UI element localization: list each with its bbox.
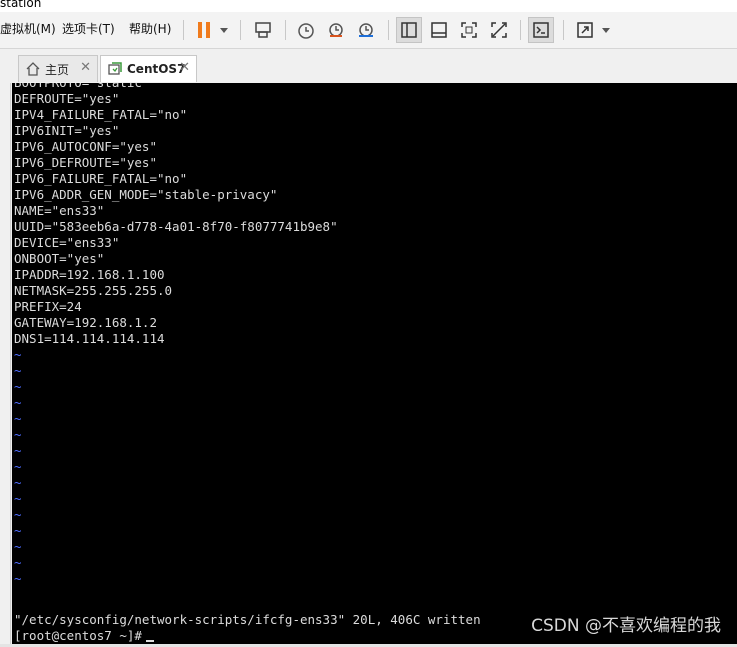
stretch-icon	[577, 22, 593, 38]
window-title: station	[0, 0, 42, 10]
snapshot-clock-icon	[298, 23, 314, 39]
config-line: GATEWAY=192.168.1.2	[14, 315, 157, 330]
config-line: DEFROUTE="yes"	[14, 91, 120, 106]
menu-vm[interactable]: 虚拟机(M)	[0, 21, 56, 37]
vim-empty-line-marker: ~	[14, 427, 22, 442]
close-icon[interactable]: ✕	[80, 60, 91, 75]
vm-console[interactable]: DNS1=114.114.114.114 GATEWAY=192.168.1.2 P…	[12, 83, 737, 644]
vim-empty-line-marker: ~	[14, 347, 22, 362]
home-icon	[26, 62, 40, 76]
vim-status-line: "/etc/sysconfig/network-scripts/ifcfg-en…	[14, 612, 481, 627]
fullscreen-button[interactable]	[456, 17, 482, 43]
pause-button[interactable]	[191, 17, 217, 43]
revert-snapshot-icon	[329, 23, 343, 37]
menu-bar: 虚拟机(M) 选项卡(T) 帮助(H)	[0, 12, 737, 49]
menu-help[interactable]: 帮助(H)	[129, 21, 171, 37]
vim-empty-line-marker: ~	[14, 491, 22, 506]
config-line: ONBOOT="yes"	[14, 251, 105, 266]
vim-empty-line-marker: ~	[14, 571, 22, 586]
tab-home-label: 主页	[45, 62, 70, 77]
pause-icon	[198, 22, 210, 38]
config-line: PREFIX=24	[14, 299, 82, 314]
shell-prompt-line: [root@centos7 ~]#	[14, 628, 154, 644]
toolbar-separator	[563, 20, 564, 40]
config-line: DNS1=114.114.114.114	[14, 331, 165, 346]
config-line: IPV4_FAILURE_FATAL="no"	[14, 107, 188, 122]
config-line: NAME="ens33"	[14, 203, 105, 218]
config-line: NETMASK=255.255.255.0	[14, 283, 173, 298]
text-cursor	[145, 640, 154, 642]
toolbar-separator	[388, 20, 389, 40]
revert-snapshot-button[interactable]	[323, 17, 349, 43]
vim-empty-line-marker: ~	[14, 539, 22, 554]
menu-tabs[interactable]: 选项卡(T)	[62, 21, 115, 37]
config-line: UUID="583eeb6a-d778-4a01-8f70-f8077741b9…	[14, 219, 338, 234]
shell-prompt: [root@centos7 ~]#	[14, 628, 142, 643]
library-view-button[interactable]	[396, 17, 422, 43]
window-titlebar: station	[0, 0, 737, 12]
tab-bar: 主页 ✕ CentOS7 ✕	[10, 49, 737, 83]
library-collapse-strip[interactable]	[0, 49, 11, 647]
console-view-button[interactable]	[528, 17, 554, 43]
watermark: CSDN @不喜欢编程的我	[531, 616, 721, 636]
bottom-panel-layout-icon	[431, 22, 447, 38]
toolbar-separator	[183, 20, 184, 40]
config-line: IPV6_DEFROUTE="yes"	[14, 155, 157, 170]
snapshot-manager-icon	[359, 23, 373, 37]
fullscreen-icon	[461, 22, 477, 38]
unity-icon	[491, 22, 507, 38]
config-line: IPV6_ADDR_GEN_MODE="stable-privacy"	[14, 187, 278, 202]
vim-empty-line-marker: ~	[14, 555, 22, 570]
toolbar-separator	[520, 20, 521, 40]
vim-empty-line-marker: ~	[14, 363, 22, 378]
config-line: IPV6INIT="yes"	[14, 123, 120, 138]
stretch-guest-button[interactable]	[572, 17, 598, 43]
stretch-dropdown-caret[interactable]	[602, 28, 610, 33]
sidebar-layout-icon	[401, 22, 417, 38]
config-line: IPV6_FAILURE_FATAL="no"	[14, 171, 188, 186]
toolbar-separator	[240, 20, 241, 40]
config-line: BOOTPROTO="static"	[14, 83, 149, 91]
vim-empty-line-marker: ~	[14, 523, 22, 538]
snapshot-button[interactable]	[293, 17, 319, 43]
vim-empty-line-marker: ~	[14, 459, 22, 474]
vim-empty-line-marker: ~	[14, 395, 22, 410]
toolbar-separator	[285, 20, 286, 40]
thumbnail-view-button[interactable]	[426, 17, 452, 43]
pause-dropdown-caret[interactable]	[220, 28, 228, 33]
tab-centos7[interactable]: CentOS7 ✕	[100, 55, 197, 82]
tab-home[interactable]: 主页 ✕	[18, 55, 98, 82]
vim-empty-line-marker: ~	[14, 411, 22, 426]
vim-empty-line-marker: ~	[14, 475, 22, 490]
config-line: IPV6_AUTOCONF="yes"	[14, 139, 157, 154]
config-line: IPADDR=192.168.1.100	[14, 267, 165, 282]
tab-centos7-label: CentOS7	[127, 62, 186, 76]
vim-empty-line-marker: ~	[14, 443, 22, 458]
vim-empty-line-marker: ~	[14, 379, 22, 394]
send-keys-icon	[255, 22, 271, 38]
terminal-icon	[533, 22, 549, 38]
unity-mode-button[interactable]	[486, 17, 512, 43]
close-icon[interactable]: ✕	[179, 60, 190, 75]
snapshot-manager-button[interactable]	[353, 17, 379, 43]
vm-icon	[108, 62, 122, 75]
vim-empty-line-marker: ~	[14, 507, 22, 522]
config-line: DEVICE="ens33"	[14, 235, 120, 250]
send-keys-button[interactable]	[250, 17, 276, 43]
